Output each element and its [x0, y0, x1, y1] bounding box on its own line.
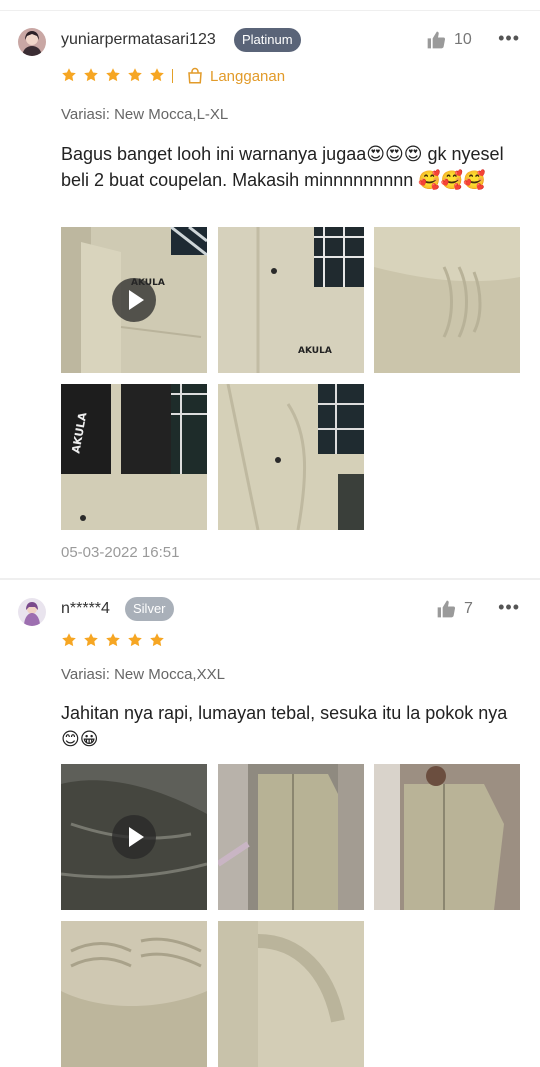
more-options-button[interactable]: ••• — [498, 597, 520, 618]
star-icon — [83, 67, 99, 83]
brand-text: AKULA — [298, 346, 332, 356]
divider — [0, 10, 540, 11]
thumbs-up-icon — [436, 599, 456, 619]
review-image-thumbnail[interactable] — [218, 764, 364, 910]
review-image-thumbnail[interactable] — [218, 921, 364, 1067]
star-icon — [149, 632, 165, 648]
star-icon — [83, 632, 99, 648]
more-options-button[interactable]: ••• — [498, 28, 520, 49]
like-count: 10 — [454, 31, 472, 48]
variant-text: Variasi: New Mocca,L-XL — [61, 106, 229, 123]
rating-stars — [61, 67, 165, 83]
review-item: n*****4 Silver 7 ••• Variasi: New Mocca,… — [0, 580, 540, 1067]
member-badge: Platinum — [234, 28, 301, 52]
star-icon — [105, 632, 121, 648]
subscription-text: Langganan — [210, 67, 286, 85]
star-icon — [127, 67, 143, 83]
star-icon — [105, 67, 121, 83]
like-count: 7 — [464, 600, 473, 617]
play-icon[interactable] — [112, 815, 156, 859]
member-badge: Silver — [125, 597, 174, 621]
reviewer-username[interactable]: yuniarpermatasari123 — [61, 31, 216, 49]
play-icon[interactable] — [112, 278, 156, 322]
more-dots-icon: ••• — [498, 28, 520, 48]
review-image-thumbnail[interactable] — [218, 384, 364, 530]
review-image-thumbnail[interactable]: AKULA — [218, 227, 364, 373]
shopping-bag-icon — [188, 67, 202, 84]
more-dots-icon: ••• — [498, 597, 520, 617]
avatar[interactable] — [18, 598, 46, 626]
rating-stars — [61, 632, 165, 648]
like-button[interactable]: 7 — [436, 599, 473, 619]
star-icon — [149, 67, 165, 83]
review-comment: Jahitan nya rapi, lumayan tebal, sesuka … — [61, 703, 508, 749]
thumbs-up-icon — [426, 30, 446, 50]
reviewer-username[interactable]: n*****4 — [61, 600, 110, 618]
like-button[interactable]: 10 — [426, 30, 472, 50]
review-item: yuniarpermatasari123 Platinum 10 ••• Lan… — [0, 0, 540, 580]
review-comment: Bagus banget looh ini warnanya jugaa😍😍😍 … — [61, 144, 504, 190]
avatar[interactable] — [18, 28, 46, 56]
review-image-thumbnail[interactable] — [61, 921, 207, 1067]
review-video-thumbnail[interactable]: AKULA — [61, 227, 207, 373]
variant-text: Variasi: New Mocca,XXL — [61, 666, 225, 683]
review-image-thumbnail[interactable] — [374, 764, 520, 910]
star-icon — [127, 632, 143, 648]
star-icon — [61, 67, 77, 83]
subscription-label: Langganan — [186, 67, 285, 85]
review-video-thumbnail[interactable] — [61, 764, 207, 910]
star-icon — [61, 632, 77, 648]
review-image-thumbnail[interactable]: AKULA — [61, 384, 207, 530]
review-image-thumbnail[interactable] — [374, 227, 520, 373]
review-date: 05-03-2022 16:51 — [61, 544, 180, 561]
separator — [172, 69, 173, 83]
